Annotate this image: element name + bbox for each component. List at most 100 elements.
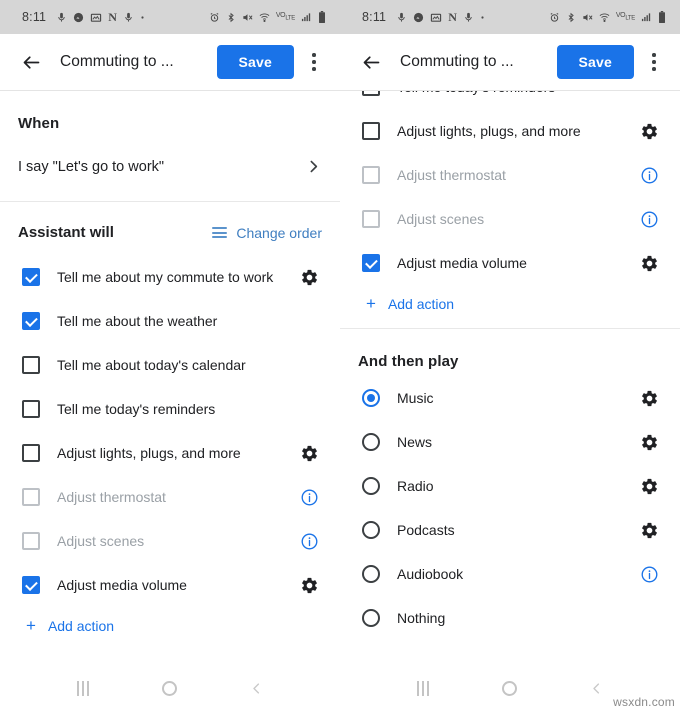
row-label: Tell me about my commute to work bbox=[57, 269, 274, 285]
table-row[interactable]: Adjust thermostat bbox=[340, 153, 680, 197]
right-scroll-body[interactable]: Tell me today's reminders Adjust lights,… bbox=[340, 91, 680, 665]
list-item[interactable]: Nothing bbox=[340, 596, 680, 640]
left-phone-panel: 8:11 N VOLTE Commuting to ... Save When … bbox=[0, 0, 340, 711]
clipped-action-row[interactable]: Tell me today's reminders bbox=[340, 91, 680, 109]
info-icon[interactable] bbox=[296, 488, 322, 507]
table-row[interactable]: Adjust scenes bbox=[0, 519, 340, 563]
radio-button[interactable] bbox=[362, 433, 380, 451]
row-label: Podcasts bbox=[397, 522, 455, 538]
gear-icon[interactable] bbox=[636, 477, 662, 496]
row-label: Radio bbox=[397, 478, 434, 494]
checkbox[interactable] bbox=[22, 576, 40, 594]
table-row[interactable]: Tell me about the weather bbox=[0, 299, 340, 343]
gear-icon[interactable] bbox=[636, 521, 662, 540]
chevron-right-icon bbox=[305, 158, 322, 175]
row-label: Tell me today's reminders bbox=[397, 91, 636, 95]
row-label: Adjust media volume bbox=[397, 255, 527, 271]
radio-button[interactable] bbox=[362, 609, 380, 627]
checkbox[interactable] bbox=[22, 312, 40, 330]
list-item[interactable]: Radio bbox=[340, 464, 680, 508]
checkbox[interactable] bbox=[22, 444, 40, 462]
mute-icon bbox=[242, 12, 253, 23]
checkbox[interactable] bbox=[362, 91, 380, 96]
table-row[interactable]: Adjust thermostat bbox=[0, 475, 340, 519]
radio-button[interactable] bbox=[362, 565, 380, 583]
status-bar-left: 8:11 N VOLTE bbox=[0, 0, 340, 34]
info-icon[interactable] bbox=[296, 532, 322, 551]
list-item[interactable]: Podcasts bbox=[340, 508, 680, 552]
app-bar-right: Commuting to ... Save bbox=[340, 34, 680, 90]
info-icon[interactable] bbox=[636, 166, 662, 185]
info-icon[interactable] bbox=[636, 210, 662, 229]
change-order-button[interactable]: Change order bbox=[212, 225, 322, 241]
vo-lte-icon: VOLTE bbox=[275, 12, 295, 22]
radio-button[interactable] bbox=[362, 389, 380, 407]
table-row[interactable]: Tell me about my commute to work bbox=[0, 255, 340, 299]
recents-icon[interactable] bbox=[403, 668, 443, 708]
back-arrow-icon[interactable] bbox=[18, 49, 44, 75]
back-icon[interactable] bbox=[577, 668, 617, 708]
home-icon[interactable] bbox=[490, 668, 530, 708]
gear-icon[interactable] bbox=[296, 444, 322, 463]
vo-lte-icon: VOLTE bbox=[615, 12, 635, 22]
checkbox[interactable] bbox=[22, 488, 40, 506]
add-action-button-left[interactable]: + Add action bbox=[0, 607, 340, 634]
radio-button[interactable] bbox=[362, 477, 380, 495]
list-item[interactable]: Audiobook bbox=[340, 552, 680, 596]
alarm-icon bbox=[549, 12, 560, 23]
left-scroll-body[interactable]: When I say "Let's go to work" Assistant … bbox=[0, 91, 340, 665]
recents-icon[interactable] bbox=[63, 668, 103, 708]
checkbox[interactable] bbox=[22, 356, 40, 374]
more-vert-icon[interactable] bbox=[640, 46, 668, 78]
and-then-play-header: And then play bbox=[340, 329, 680, 376]
table-row[interactable]: Adjust media volume bbox=[0, 563, 340, 607]
gear-icon[interactable] bbox=[296, 268, 322, 287]
assistant-will-heading: Assistant will bbox=[18, 224, 114, 241]
save-button[interactable]: Save bbox=[216, 45, 294, 79]
add-action-button-right[interactable]: + Add action bbox=[340, 285, 680, 312]
table-row[interactable]: Adjust media volume bbox=[340, 241, 680, 285]
battery-icon bbox=[318, 11, 326, 23]
right-phone-panel: 8:11 N VOLTE Commuting to ... Save Adjus… bbox=[340, 0, 680, 711]
battery-icon bbox=[658, 11, 666, 23]
checkbox[interactable] bbox=[362, 122, 380, 140]
message-icon bbox=[413, 12, 424, 23]
message-icon bbox=[73, 12, 84, 23]
checkbox[interactable] bbox=[22, 532, 40, 550]
checkbox[interactable] bbox=[362, 166, 380, 184]
watermark: wsxdn.com bbox=[613, 695, 675, 709]
list-item[interactable]: Music bbox=[340, 376, 680, 420]
row-label: Audiobook bbox=[397, 566, 464, 582]
radio-button[interactable] bbox=[362, 521, 380, 539]
save-button[interactable]: Save bbox=[556, 45, 634, 79]
table-row[interactable]: Adjust scenes bbox=[340, 197, 680, 241]
assistant-action-list: Tell me about my commute to work Tell me … bbox=[0, 245, 340, 607]
mute-icon bbox=[582, 12, 593, 23]
back-arrow-icon[interactable] bbox=[358, 49, 384, 75]
more-vert-icon[interactable] bbox=[300, 46, 328, 78]
row-label: Music bbox=[397, 390, 434, 406]
row-label: News bbox=[397, 434, 433, 450]
table-row[interactable]: Adjust lights, plugs, and more bbox=[0, 431, 340, 475]
checkbox[interactable] bbox=[22, 400, 40, 418]
gear-icon[interactable] bbox=[296, 576, 322, 595]
list-item[interactable]: News bbox=[340, 420, 680, 464]
when-section-header: When bbox=[0, 91, 340, 132]
row-label: Tell me about the weather bbox=[57, 313, 218, 329]
gear-icon[interactable] bbox=[636, 389, 662, 408]
info-icon[interactable] bbox=[636, 565, 662, 584]
table-row[interactable]: Tell me today's reminders bbox=[0, 387, 340, 431]
gear-icon[interactable] bbox=[636, 433, 662, 452]
checkbox[interactable] bbox=[362, 254, 380, 272]
plus-icon: + bbox=[26, 616, 36, 635]
checkbox[interactable] bbox=[22, 268, 40, 286]
gear-icon[interactable] bbox=[636, 254, 662, 273]
add-action-label: Add action bbox=[387, 295, 455, 312]
back-icon[interactable] bbox=[237, 668, 277, 708]
table-row[interactable]: Tell me about today's calendar bbox=[0, 343, 340, 387]
gear-icon[interactable] bbox=[636, 122, 662, 141]
home-icon[interactable] bbox=[150, 668, 190, 708]
table-row[interactable]: Adjust lights, plugs, and more bbox=[340, 109, 680, 153]
checkbox[interactable] bbox=[362, 210, 380, 228]
when-trigger-row[interactable]: I say "Let's go to work" bbox=[0, 132, 340, 201]
